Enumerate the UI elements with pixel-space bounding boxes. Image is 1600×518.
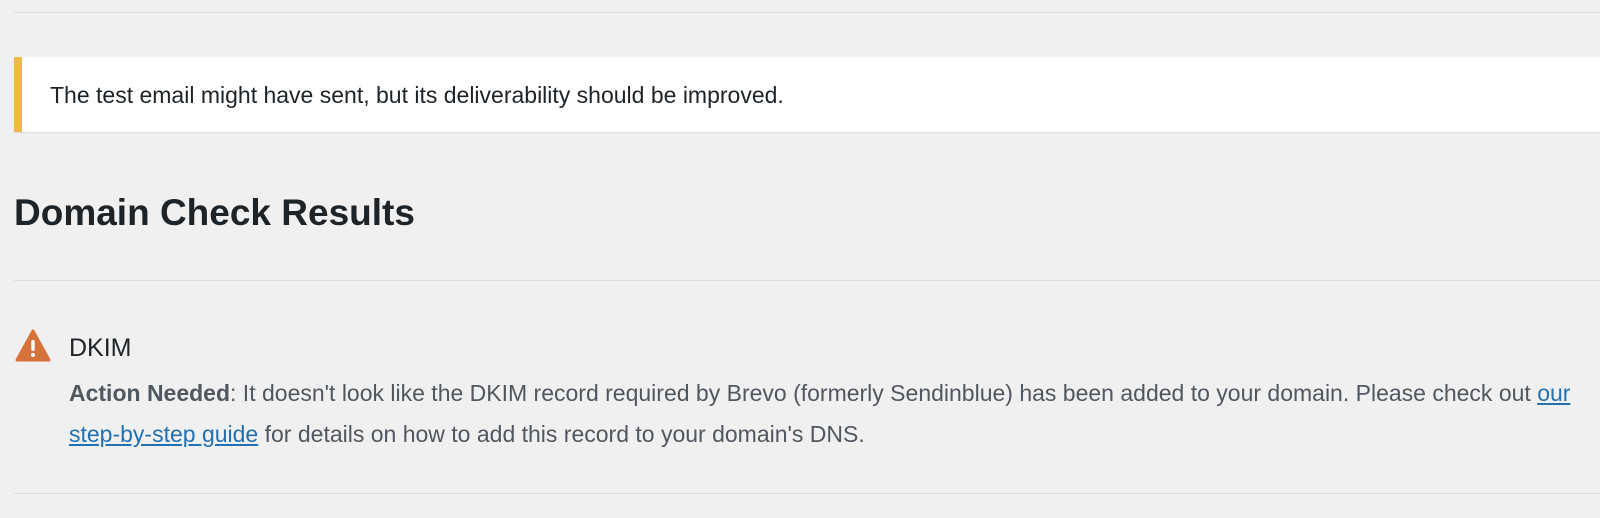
section-divider [14, 280, 1600, 281]
check-description: Action Needed: It doesn't look like the … [69, 373, 1579, 455]
top-divider [14, 12, 1600, 13]
description-text-end: for details on how to add this record to… [258, 421, 865, 447]
page-title: Domain Check Results [14, 192, 415, 233]
notice-message: The test email might have sent, but its … [50, 81, 784, 108]
warning-icon [15, 329, 51, 362]
description-text: It doesn't look like the DKIM record req… [236, 380, 1538, 406]
warning-notice: The test email might have sent, but its … [14, 57, 1600, 132]
status-label: Action Needed [69, 380, 231, 406]
bottom-divider [14, 493, 1600, 494]
check-name: DKIM [69, 334, 132, 362]
